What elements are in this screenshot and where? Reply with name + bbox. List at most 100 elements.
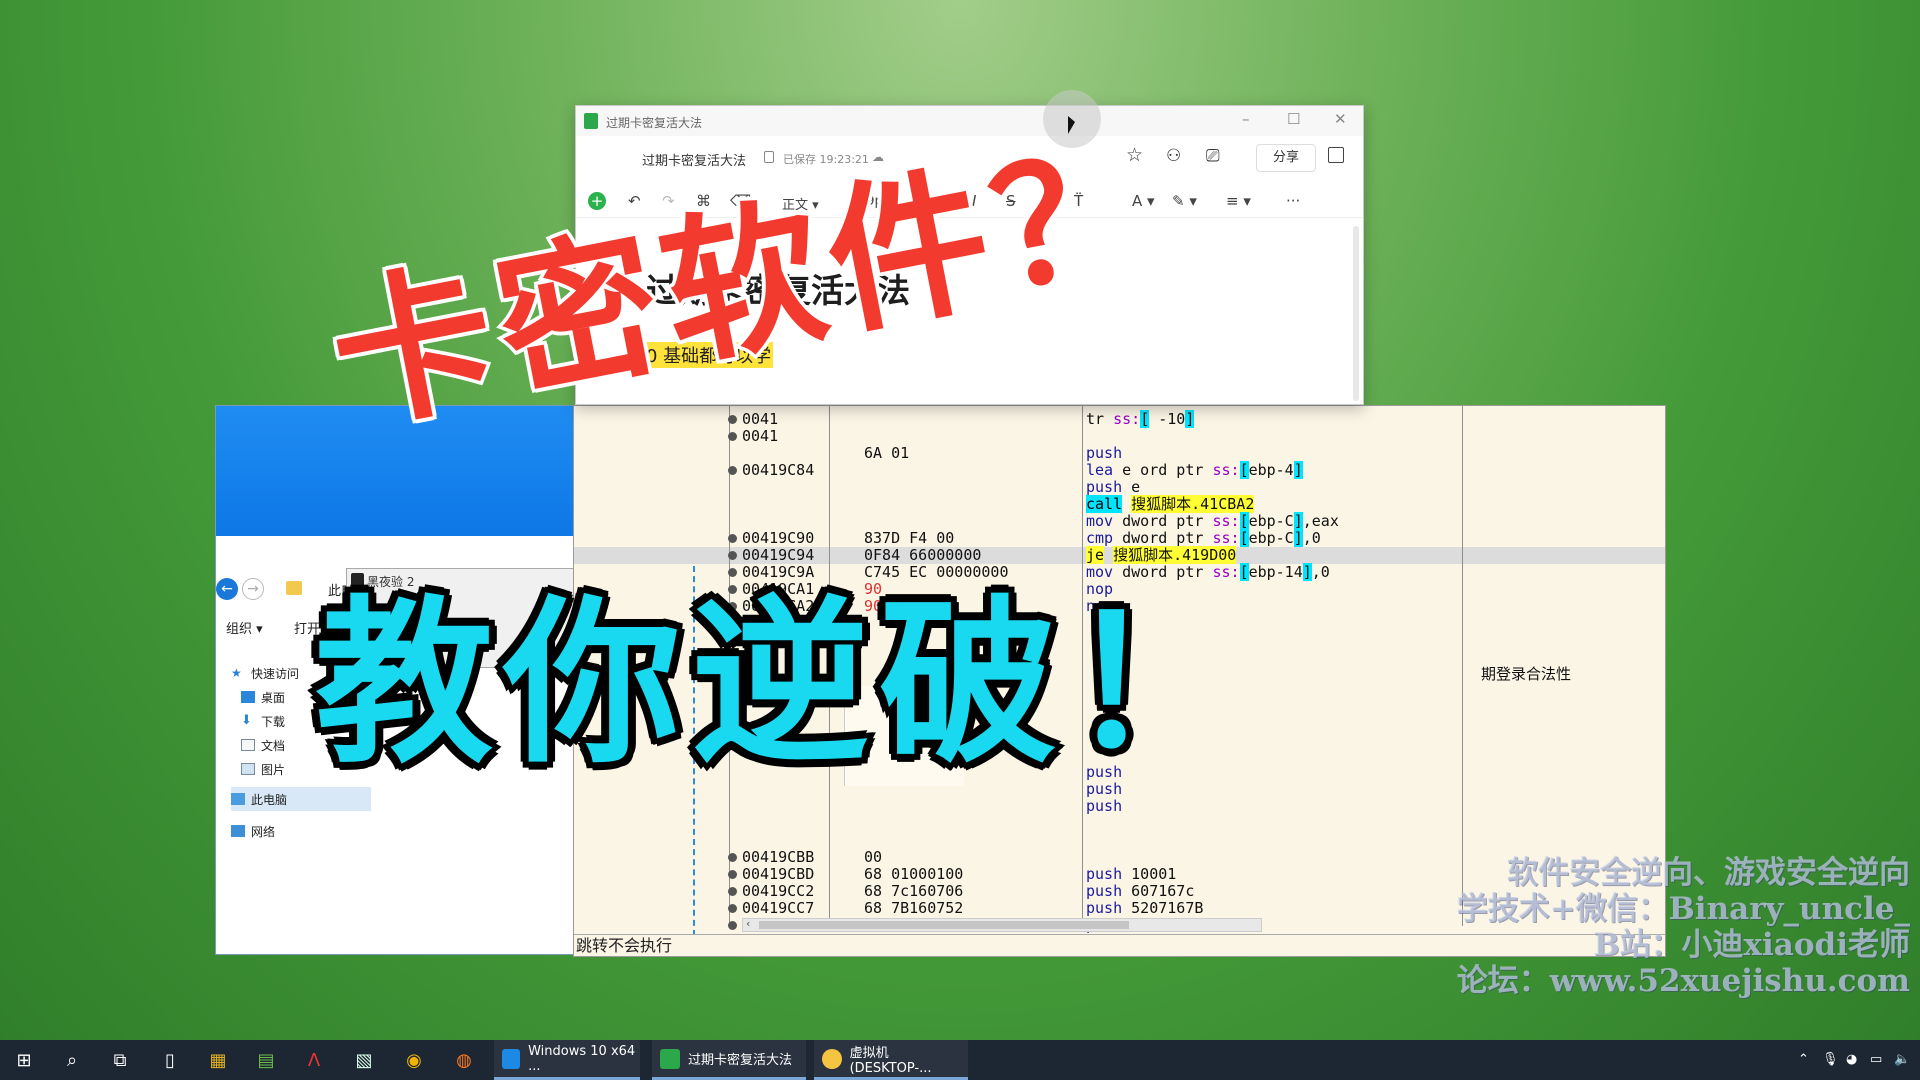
code-row[interactable] — [574, 815, 1454, 832]
tray-app-icon[interactable]: ◕ — [1846, 1052, 1857, 1067]
instruction-bytes: 0F84 66000000 — [864, 546, 982, 564]
instruction-text: push 607167c — [1086, 882, 1195, 900]
taskbar: ⊞ ⌕ ⧉ ▯ ▦ ▤ Ʌ ▧ ◉ ◍ Windows 10 x64 ... 过… — [0, 1040, 1920, 1080]
vertical-scrollbar[interactable] — [1353, 226, 1359, 401]
volume-icon[interactable]: 🔈 — [1894, 1052, 1910, 1067]
firefox-icon[interactable]: ◍ — [452, 1048, 476, 1072]
instruction-bytes: 68 7B160752 — [864, 899, 964, 917]
watermark: 软件安全逆向、游戏安全逆向 学技术+微信：Binary_uncle_ B站：小迪… — [1410, 855, 1910, 999]
network-icon[interactable]: ▭ — [1870, 1052, 1882, 1067]
instruction-text: mov dword ptr ss:[ebp-14],0 — [1086, 563, 1330, 581]
code-row[interactable]: call 搜狐脚本.41CBA2 — [574, 495, 1454, 513]
breakpoint-dot-icon[interactable] — [728, 466, 737, 475]
code-row[interactable]: mov dword ptr ss:[ebp-C],eax — [574, 512, 1454, 530]
code-row[interactable]: 6A 01 push — [574, 445, 1454, 462]
instruction-text: lea e ord ptr ss:[ebp-4] — [1086, 461, 1303, 479]
instruction-address: 00419C94 — [742, 546, 815, 564]
organize-menu[interactable]: 组织 ▾ — [226, 618, 263, 637]
task-view-icon[interactable]: ⧉ — [108, 1048, 132, 1072]
code-row[interactable]: 0041 tr ss:[ -10] — [574, 410, 1454, 428]
instruction-address: 00419CC7 — [742, 899, 815, 917]
back-arrow-icon[interactable]: ← — [216, 578, 238, 600]
share-button[interactable]: 分享 — [1256, 144, 1316, 172]
instruction-address: 0041 — [742, 427, 779, 445]
more-button[interactable]: ··· — [1286, 192, 1300, 210]
store-icon[interactable]: ▦ — [206, 1048, 230, 1072]
code-row[interactable]: 00419CC7 68 7B160752 push 5207167B — [574, 900, 1454, 917]
breakpoint-dot-icon[interactable] — [728, 853, 737, 862]
chrome-icon[interactable]: ◉ — [402, 1048, 426, 1072]
taskbar-app-vm-console[interactable]: 虚拟机(DESKTOP-... — [814, 1040, 968, 1080]
tree-item-this-pc[interactable]: 此电脑 — [231, 787, 371, 811]
taskbar-app-label: Windows 10 x64 ... — [528, 1043, 636, 1074]
code-row[interactable]: push — [574, 798, 1454, 815]
instruction-address: 0041 — [742, 410, 779, 428]
taskbar-app-note[interactable]: 过期卡密复活大法 — [652, 1040, 806, 1080]
tree-item-network[interactable]: 网络 — [231, 819, 371, 843]
code-row[interactable] — [574, 832, 1454, 849]
instruction-bytes: 00 — [864, 848, 883, 866]
instruction-text: push — [1086, 444, 1123, 462]
horizontal-scrollbar[interactable]: ‹ — [742, 917, 1262, 932]
minimize-icon[interactable]: – — [1242, 110, 1250, 128]
column-divider — [1462, 406, 1463, 926]
present-icon[interactable]: ⎚ — [1206, 146, 1220, 166]
breakpoint-dot-icon[interactable] — [728, 904, 737, 913]
watermark-line: 学技术+微信：Binary_uncle_ — [1456, 891, 1910, 927]
vm-icon — [502, 1048, 521, 1069]
instruction-bytes: 6A 01 — [864, 444, 910, 462]
highlight-color-icon[interactable]: ✎ ▾ — [1172, 192, 1197, 210]
adobe-icon[interactable]: Ʌ — [302, 1048, 326, 1072]
code-row[interactable]: 00419CBD 68 01000100 push 10001 — [574, 866, 1454, 883]
sidebar-toggle-icon[interactable] — [1328, 147, 1344, 163]
taskbar-app-label: 虚拟机(DESKTOP-... — [849, 1045, 932, 1076]
add-user-icon[interactable]: ⚇ — [1166, 146, 1181, 166]
forward-arrow-icon[interactable]: → — [242, 578, 264, 600]
instruction-text: push 10001 — [1086, 865, 1177, 883]
code-row[interactable]: 00419C9A C745 EC 00000000 mov dword ptr ss… — [574, 563, 1454, 581]
breakpoint-dot-icon[interactable] — [728, 921, 737, 930]
title-bar: 过期卡密复活大法 – ☐ ✕ — [576, 106, 1363, 136]
scroll-thumb[interactable] — [759, 921, 1129, 929]
breakpoint-dot-icon[interactable] — [728, 870, 737, 879]
file-icon[interactable]: ▯ — [158, 1048, 182, 1072]
breakpoint-dot-icon[interactable] — [728, 887, 737, 896]
watermark-line: 软件安全逆向、游戏安全逆向 — [1507, 855, 1910, 891]
code-row[interactable]: push e — [574, 479, 1454, 496]
search-icon[interactable]: ⌕ — [60, 1048, 84, 1072]
picture-icon — [241, 763, 255, 775]
document-app-icon[interactable]: ▧ — [352, 1048, 376, 1072]
undo-icon[interactable]: ↶ — [628, 192, 641, 210]
tray-chevron-icon[interactable]: ⌃ — [1798, 1052, 1809, 1067]
add-icon[interactable]: + — [588, 192, 606, 210]
breakpoint-dot-icon[interactable] — [728, 551, 737, 560]
network-icon — [231, 825, 245, 837]
instruction-text: push e — [1086, 478, 1141, 496]
microphone-icon[interactable]: 🎙 — [1822, 1052, 1839, 1067]
breakpoint-dot-icon[interactable] — [728, 534, 737, 543]
scroll-left-icon[interactable]: ‹ — [745, 917, 752, 930]
notepad-icon[interactable]: ▤ — [254, 1048, 278, 1072]
code-row[interactable]: 00419C90 837D F4 00 cmp dword ptr ss:[ebp-… — [574, 529, 1454, 547]
windows-start-icon[interactable]: ⊞ — [12, 1048, 36, 1072]
code-row[interactable]: 00419CBB 00 — [574, 849, 1454, 866]
instruction-text: mov dword ptr ss:[ebp-C],eax — [1086, 512, 1339, 530]
code-row[interactable]: 0041 — [574, 428, 1454, 445]
taskbar-app-vm[interactable]: Windows 10 x64 ... — [494, 1040, 640, 1080]
breakpoint-dot-icon[interactable] — [728, 568, 737, 577]
code-row[interactable]: 00419C84 lea e ord ptr ss:[ebp-4] — [574, 461, 1454, 479]
instruction-text: cmp dword ptr ss:[ebp-C],0 — [1086, 529, 1321, 547]
breakpoint-dot-icon[interactable] — [728, 415, 737, 424]
close-icon[interactable]: ✕ — [1334, 110, 1347, 128]
code-row[interactable]: 00419CC2 68 7c160706 push 607167c — [574, 883, 1454, 900]
instruction-text: push — [1086, 797, 1123, 815]
breakpoint-dot-icon[interactable] — [728, 432, 737, 441]
lock-icon — [764, 151, 774, 163]
watermark-line: 论坛：www.52xuejishu.com — [1456, 963, 1910, 999]
taskbar-app-label: 过期卡密复活大法 — [688, 1053, 793, 1068]
vm-console-icon — [822, 1048, 842, 1069]
align-icon[interactable]: ≡ ▾ — [1226, 192, 1251, 210]
maximize-icon[interactable]: ☐ — [1287, 110, 1300, 128]
desktop-icon — [241, 691, 255, 703]
code-row[interactable]: 00419C94 0F84 66000000 je 搜狐脚本.419D00 — [574, 546, 1454, 564]
